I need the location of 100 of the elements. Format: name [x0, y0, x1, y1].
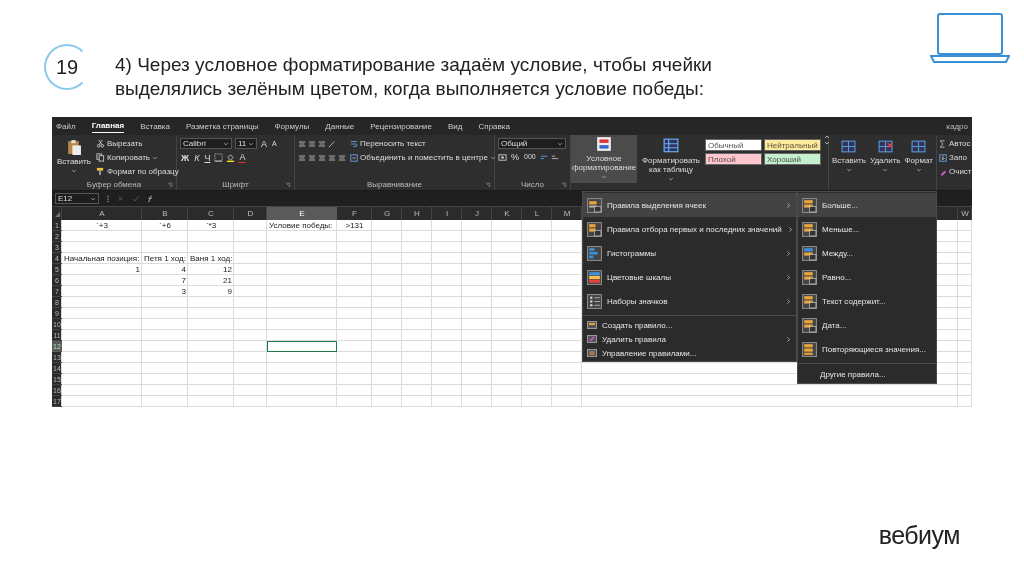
- less-than-icon: [802, 221, 817, 237]
- table-cell-text: 7: [180, 275, 187, 286]
- gallery-scroll-icon: [824, 135, 830, 145]
- column-header[interactable]: J: [462, 207, 492, 220]
- italic-button[interactable]: К: [193, 152, 201, 163]
- copy-icon: [95, 153, 105, 162]
- menu-item[interactable]: Наборы значков: [583, 289, 796, 313]
- font-size-field[interactable]: 11: [235, 138, 257, 149]
- orientation-icon: [328, 139, 336, 148]
- menu-item[interactable]: Другие правила...: [798, 366, 936, 382]
- column-header[interactable]: K: [492, 207, 522, 220]
- menu-item[interactable]: Между...: [798, 241, 936, 265]
- editing-button[interactable]: Очист: [939, 166, 972, 177]
- sigma-icon: [939, 139, 947, 148]
- ribbon-tab[interactable]: Вид: [448, 119, 463, 133]
- cells-button[interactable]: Удалить: [867, 138, 903, 174]
- column-header[interactable]: L: [522, 207, 552, 220]
- wrap-text-button[interactable]: Переносить текст: [350, 138, 496, 149]
- icon-sets-icon: [587, 293, 602, 309]
- ribbon-tab[interactable]: Справка: [478, 119, 510, 133]
- bold-button[interactable]: Ж: [180, 152, 191, 163]
- column-header[interactable]: E: [267, 207, 337, 220]
- format-as-table-button[interactable]: Форматировать как таблицу: [640, 135, 702, 183]
- ribbon-tab[interactable]: Рецензирование: [370, 119, 433, 133]
- menu-item[interactable]: Равно...: [798, 265, 936, 289]
- ribbon-tab[interactable]: Формулы: [274, 119, 310, 133]
- column-header[interactable]: M: [552, 207, 582, 220]
- menu-item[interactable]: Удалить правила: [583, 332, 796, 346]
- menu-item[interactable]: Правила отбора первых и последних значений: [583, 217, 796, 241]
- borders-icon: [214, 153, 224, 162]
- font-name-field[interactable]: Calibri: [180, 138, 232, 149]
- menu-item[interactable]: Меньше...: [798, 217, 936, 241]
- column-header[interactable]: W: [958, 207, 972, 220]
- align-left-icon: [298, 153, 306, 162]
- merge-center-button[interactable]: Объединить и поместить в центре: [350, 152, 496, 163]
- copy-button[interactable]: Копировать: [95, 152, 179, 163]
- column-header[interactable]: A: [62, 207, 142, 220]
- caret-icon: [557, 140, 563, 147]
- align-middle-icon: [308, 139, 316, 148]
- caret-icon: [845, 167, 852, 173]
- format-painter-button[interactable]: Формат по образцу: [95, 166, 179, 177]
- column-header[interactable]: G: [372, 207, 402, 220]
- caret-icon: [248, 140, 254, 147]
- cell-style[interactable]: Обычный: [705, 139, 762, 151]
- highlight-rules-icon: [587, 197, 602, 213]
- date-icon: [802, 317, 817, 333]
- group-label: Шрифт: [222, 180, 249, 189]
- cell-style[interactable]: Хороший: [764, 153, 821, 165]
- account-name: кадро: [946, 121, 968, 131]
- column-header[interactable]: F: [337, 207, 372, 220]
- align-right-icon: [318, 153, 326, 162]
- name-box[interactable]: E12: [55, 193, 99, 204]
- column-header[interactable]: H: [402, 207, 432, 220]
- cell-style[interactable]: Нейтральный: [764, 139, 821, 151]
- menu-item[interactable]: Гистограммы: [583, 241, 796, 265]
- column-header[interactable]: B: [142, 207, 188, 220]
- column-header[interactable]: D: [234, 207, 267, 220]
- underline-button[interactable]: Ч: [203, 152, 212, 163]
- launcher-icon: [167, 182, 173, 188]
- selected-cell[interactable]: [267, 341, 337, 352]
- column-header[interactable]: C: [188, 207, 234, 220]
- color-scales-icon: [587, 269, 602, 285]
- percent-button[interactable]: %: [510, 152, 520, 162]
- caret-icon: [601, 174, 607, 180]
- number-format-field[interactable]: Общий: [498, 138, 566, 149]
- caret-icon: [489, 154, 496, 161]
- menu-item[interactable]: Дата...: [798, 313, 936, 337]
- menu-item[interactable]: Больше...: [798, 193, 936, 217]
- menu-item[interactable]: Повторяющиеся значения...: [798, 337, 936, 361]
- ribbon-tab[interactable]: Данные: [325, 119, 355, 133]
- ribbon-tab[interactable]: Вставка: [140, 119, 170, 133]
- menu-item[interactable]: Создать правило...: [583, 318, 796, 332]
- launcher-icon: [285, 182, 291, 188]
- table-cell-text: 1: [134, 264, 141, 275]
- menu-item[interactable]: Управление правилами...: [583, 346, 796, 360]
- ribbon-tab[interactable]: Главная: [91, 119, 125, 133]
- ribbon-tab[interactable]: Файл: [56, 119, 76, 133]
- cells-button[interactable]: Формат: [902, 138, 935, 174]
- cells-button[interactable]: Вставить: [830, 138, 868, 174]
- cell-style[interactable]: Плохой: [705, 153, 762, 165]
- menu-item[interactable]: Правила выделения ячеек: [583, 193, 796, 217]
- editing-button[interactable]: Автос: [939, 138, 972, 149]
- cut-button[interactable]: Вырезать: [95, 138, 179, 149]
- align-top-icon: [298, 139, 306, 148]
- table-cell-text: 12: [222, 264, 233, 275]
- slide-heading: 4) Через условное форматирование задаём условие, чтобы ячейки выделялись зелёным цветом, когда выполняется условие победы:: [115, 53, 713, 101]
- conditional-format-icon: [596, 136, 612, 152]
- menu-item[interactable]: Цветовые шкалы: [583, 265, 796, 289]
- fill-color-icon: [226, 153, 236, 162]
- table-cell-text: >131: [344, 220, 365, 231]
- between-icon: [802, 245, 817, 261]
- grow-font-button[interactable]: A: [260, 138, 268, 149]
- font-color-button[interactable]: A: [238, 152, 247, 163]
- conditional-formatting-button[interactable]: Условное форматирование: [571, 135, 637, 183]
- paste-button[interactable]: Вставить: [55, 138, 93, 175]
- ribbon-tab[interactable]: Разметка страницы: [185, 119, 259, 133]
- editing-button[interactable]: Запо: [939, 152, 972, 163]
- column-header[interactable]: I: [432, 207, 462, 220]
- menu-item[interactable]: Текст содержит...: [798, 289, 936, 313]
- text-contains-icon: [802, 293, 817, 309]
